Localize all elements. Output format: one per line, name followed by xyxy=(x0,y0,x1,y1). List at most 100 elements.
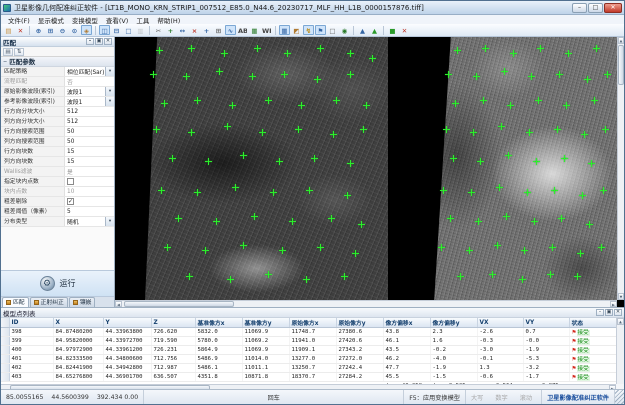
gcp-marker[interactable] xyxy=(224,123,231,130)
column-header[interactable]: VX xyxy=(477,318,523,328)
gcp-marker[interactable] xyxy=(281,71,288,78)
resize-grip[interactable] xyxy=(615,390,624,404)
gcp-marker[interactable] xyxy=(194,189,201,196)
grid-overlay-button[interactable]: ▦ xyxy=(279,25,290,35)
close-button[interactable]: ✕ xyxy=(604,3,622,13)
pyramid-green-button[interactable]: ▲ xyxy=(369,25,380,35)
gcp-marker[interactable] xyxy=(259,129,266,136)
gcp-marker[interactable] xyxy=(554,126,561,133)
add-point-button[interactable]: + xyxy=(165,25,176,35)
param-source-band-dropdown-icon[interactable]: ▾ xyxy=(105,87,114,96)
gcp-marker[interactable] xyxy=(556,71,563,78)
gcp-marker[interactable] xyxy=(150,71,157,78)
gcp-marker[interactable] xyxy=(344,192,351,199)
param-wallis-filter-value[interactable]: 是 xyxy=(65,167,114,176)
status-cell[interactable]: ⚑接受 xyxy=(569,355,616,364)
param-match-strategy-value[interactable]: 相位匹配(Sar)▾ xyxy=(65,67,114,76)
auto-match-button[interactable]: ↯ xyxy=(303,25,314,35)
param-specify-points-per-block-value[interactable] xyxy=(65,177,114,186)
open-image-button[interactable]: ▤ xyxy=(3,25,14,35)
gcp-marker[interactable] xyxy=(369,55,376,62)
gcp-marker[interactable] xyxy=(306,187,313,194)
param-points-per-block-value[interactable]: 10 xyxy=(65,187,114,196)
gcp-marker[interactable] xyxy=(574,273,581,280)
column-header[interactable]: 像方偏移x xyxy=(383,318,430,328)
gcp-marker[interactable] xyxy=(454,47,461,54)
zoom-actual-button[interactable]: ⊙ xyxy=(69,25,80,35)
layout-cascade-button[interactable]: ▥ xyxy=(135,25,146,35)
menu-view[interactable]: 查看(V) xyxy=(102,15,133,25)
gcp-marker[interactable] xyxy=(547,271,554,278)
menu-file[interactable]: 文件(F) xyxy=(4,15,34,25)
status-cell[interactable]: ⚑接受 xyxy=(569,373,616,382)
reject-all-button[interactable]: ✕ xyxy=(399,25,410,35)
panel-minimize-icon[interactable]: – xyxy=(86,38,94,45)
gcp-marker[interactable] xyxy=(254,45,261,52)
layout-split-vertical-button[interactable]: ◫ xyxy=(99,25,110,35)
gcp-marker[interactable] xyxy=(438,244,445,251)
gcp-marker[interactable] xyxy=(347,50,354,57)
param-reference-band-dropdown-icon[interactable]: ▾ xyxy=(105,97,114,106)
gcp-marker[interactable] xyxy=(477,158,484,165)
swap-view-button[interactable]: ◩ xyxy=(291,25,302,35)
gcp-marker[interactable] xyxy=(333,97,340,104)
gcp-marker[interactable] xyxy=(169,155,176,162)
gcp-marker[interactable] xyxy=(586,221,593,228)
gcp-marker[interactable] xyxy=(270,189,277,196)
gcp-marker[interactable] xyxy=(188,129,195,136)
scroll-up-icon[interactable]: ▲ xyxy=(617,318,624,325)
column-header[interactable]: 原始像方x xyxy=(289,318,336,328)
gcp-marker[interactable] xyxy=(183,73,190,80)
gcp-marker[interactable] xyxy=(360,126,367,133)
gcp-marker[interactable] xyxy=(317,244,324,251)
gcp-marker[interactable] xyxy=(202,247,209,254)
scrollbar-thumb[interactable] xyxy=(618,45,624,85)
wk-button[interactable]: WK xyxy=(261,25,272,35)
gcp-marker[interactable] xyxy=(452,100,459,107)
gcp-marker[interactable] xyxy=(330,131,337,138)
gcp-marker[interactable] xyxy=(447,215,454,222)
gcp-marker[interactable] xyxy=(161,100,168,107)
gcp-marker[interactable] xyxy=(579,192,586,199)
gcp-marker[interactable] xyxy=(341,273,348,280)
tab-match[interactable]: 匹配 xyxy=(2,297,29,307)
param-row-search-range-value[interactable]: 50 xyxy=(65,127,114,136)
source-image-pane[interactable] xyxy=(388,37,619,300)
gcp-marker[interactable] xyxy=(363,102,370,109)
viewer-vertical-scrollbar[interactable]: ▲ ▼ xyxy=(617,37,624,300)
column-header[interactable]: 像方偏移y xyxy=(430,318,477,328)
param-outlier-removal-value[interactable]: ✓ xyxy=(65,197,114,206)
tab-orthorectify[interactable]: 正射纠正 xyxy=(30,297,68,307)
column-header[interactable]: 原始像方y xyxy=(336,318,383,328)
delete-point-button[interactable]: × xyxy=(189,25,200,35)
param-row-block-size-value[interactable]: 512 xyxy=(65,107,114,116)
gcp-marker[interactable] xyxy=(577,250,584,257)
gcp-marker[interactable] xyxy=(581,131,588,138)
param-distribution-type-dropdown-icon[interactable]: ▾ xyxy=(105,217,114,226)
gcp-marker[interactable] xyxy=(156,47,163,54)
image-overlay-button[interactable]: ▦ xyxy=(249,25,260,35)
param-outlier-threshold-value[interactable]: 5 xyxy=(65,207,114,216)
gcp-marker[interactable] xyxy=(551,187,558,194)
gcp-marker[interactable] xyxy=(591,97,598,104)
menu-display-mode[interactable]: 显示模式 xyxy=(34,15,68,25)
pan-button[interactable]: ◈ xyxy=(81,25,92,35)
param-specify-points-per-block-checkbox[interactable] xyxy=(67,178,74,185)
table-row[interactable]: 40184.8233350044.34800600712.7565486.911… xyxy=(1,355,616,364)
gcp-marker[interactable] xyxy=(501,68,508,75)
flag-points-button[interactable]: ⚑ xyxy=(315,25,326,35)
gcp-marker[interactable] xyxy=(503,213,510,220)
column-header[interactable]: Z xyxy=(151,318,195,328)
scroll-up-icon[interactable]: ▲ xyxy=(618,37,624,44)
gcp-marker[interactable] xyxy=(565,50,572,57)
param-reference-band-value[interactable]: 波段1▾ xyxy=(65,97,114,106)
gcp-marker[interactable] xyxy=(593,45,600,52)
gcp-marker[interactable] xyxy=(158,187,165,194)
gcp-marker[interactable] xyxy=(227,276,234,283)
globe-button[interactable]: ◉ xyxy=(339,25,350,35)
gcp-marker[interactable] xyxy=(205,158,212,165)
gcp-marker[interactable] xyxy=(229,102,236,109)
move-point-button[interactable]: + xyxy=(201,25,212,35)
gcp-marker[interactable] xyxy=(510,50,517,57)
gcp-marker[interactable] xyxy=(549,244,556,251)
